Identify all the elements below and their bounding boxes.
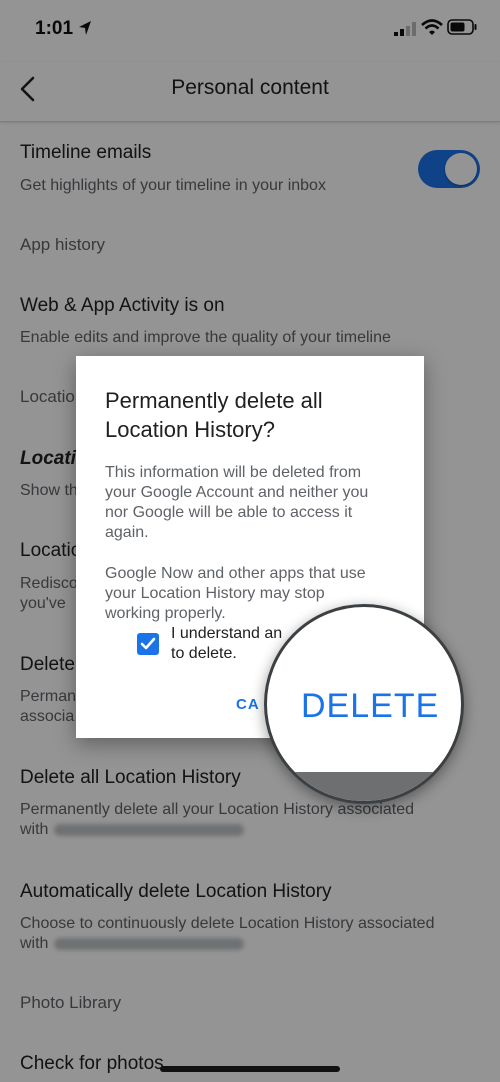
checkmark-icon — [140, 637, 156, 650]
checkbox-label-line1: I understand an — [171, 625, 283, 642]
understand-checkbox-label[interactable]: I understand an to delete. — [171, 624, 282, 664]
magnifier-background — [267, 772, 461, 801]
dialog-title: Permanently delete all Location History? — [105, 386, 405, 444]
dialog-body1-line1: This information will be deleted from — [105, 464, 362, 481]
understand-checkbox[interactable] — [137, 633, 159, 655]
cancel-button[interactable]: CA — [236, 696, 260, 713]
magnifier-callout: DELETE — [264, 604, 464, 804]
dialog-title-line2: Location History? — [105, 417, 275, 442]
delete-button[interactable]: DELETE — [301, 687, 439, 726]
dialog-title-line1: Permanently delete all — [105, 388, 323, 413]
dialog-body2-line1: Google Now and other apps that use — [105, 565, 366, 582]
dialog-body1-line2: your Google Account and neither you — [105, 484, 369, 501]
dialog-body2-line2: your Location History may stop — [105, 585, 325, 602]
checkbox-label-line2: to delete. — [171, 645, 237, 662]
home-indicator[interactable] — [160, 1066, 340, 1072]
dialog-body1-line4: again. — [105, 524, 149, 541]
dialog-body-warning: This information will be deleted from yo… — [105, 463, 405, 543]
dialog-body1-line3: nor Google will be able to access it — [105, 504, 353, 521]
